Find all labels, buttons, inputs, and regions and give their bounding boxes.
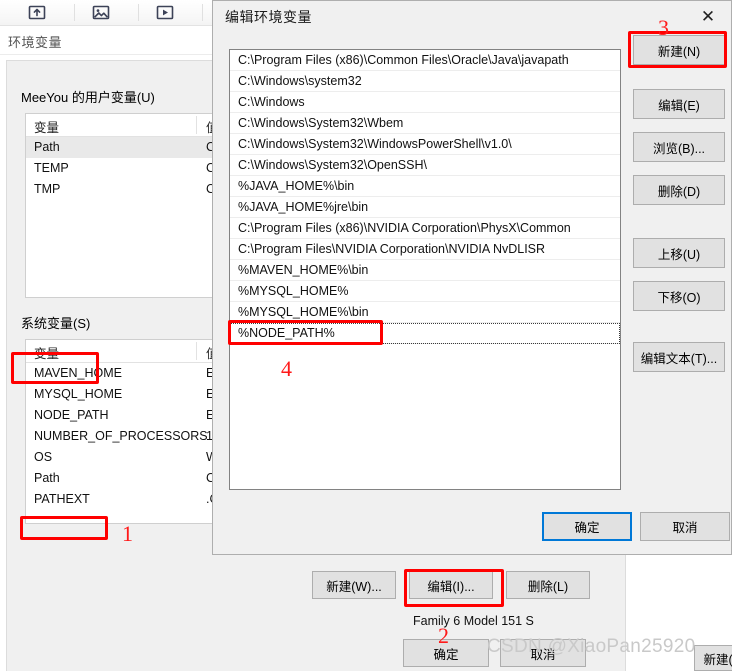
- path-entry-text: C:\Program Files (x86)\NVIDIA Corporatio…: [238, 221, 571, 235]
- variable-name: NODE_PATH: [34, 408, 109, 422]
- system-edit-button[interactable]: 编辑(I)...: [409, 571, 493, 599]
- path-entry-text: %NODE_PATH%: [238, 326, 335, 340]
- variable-name: TEMP: [34, 161, 69, 175]
- path-entry-text: %MAVEN_HOME%\bin: [238, 263, 369, 277]
- dialog-browse-button[interactable]: 浏览(B)...: [633, 132, 725, 162]
- dialog-cancel-button[interactable]: 取消: [640, 512, 730, 541]
- list-item[interactable]: C:\Windows\System32\WindowsPowerShell\v1…: [230, 134, 620, 155]
- variable-name: OS: [34, 450, 53, 464]
- system-variables-label: 系统变量(S): [21, 316, 91, 331]
- system-new-button[interactable]: 新建(W)...: [312, 571, 396, 599]
- dialog-delete-button[interactable]: 删除(D): [633, 175, 725, 205]
- list-item[interactable]: %NODE_PATH%: [230, 323, 620, 344]
- list-item[interactable]: %MAVEN_HOME%\bin: [230, 260, 620, 281]
- list-item[interactable]: C:\Windows: [230, 92, 620, 113]
- image-icon[interactable]: [92, 4, 110, 21]
- variable-name: TMP: [34, 182, 61, 196]
- dialog-title: 编辑环境变量: [225, 9, 312, 25]
- path-entry-text: %MYSQL_HOME%\bin: [238, 305, 369, 319]
- window-cancel-button[interactable]: 取消: [500, 639, 586, 667]
- header-divider: [196, 116, 197, 134]
- list-item[interactable]: C:\Program Files\NVIDIA Corporation\NVID…: [230, 239, 620, 260]
- system-delete-button[interactable]: 删除(L): [506, 571, 590, 599]
- dialog-move-up-button[interactable]: 上移(U): [633, 238, 725, 268]
- toolbar-divider: [74, 4, 75, 21]
- list-item[interactable]: %JAVA_HOME%jre\bin: [230, 197, 620, 218]
- variable-name: PATHEXT: [34, 492, 90, 506]
- list-item[interactable]: %JAVA_HOME%\bin: [230, 176, 620, 197]
- list-item[interactable]: %MYSQL_HOME%\bin: [230, 302, 620, 323]
- background-new-button[interactable]: 新建(W: [694, 645, 732, 671]
- article-title: 环境变量: [8, 35, 63, 50]
- dialog-new-button[interactable]: 新建(N): [633, 35, 725, 65]
- user-variables-label: MeeYou 的用户变量(U): [21, 90, 155, 105]
- path-entry-text: C:\Windows\System32\Wbem: [238, 116, 404, 130]
- window-ok-button[interactable]: 确定: [403, 639, 489, 667]
- path-entry-text: %JAVA_HOME%\bin: [238, 179, 355, 193]
- variable-name: NUMBER_OF_PROCESSORS: [34, 429, 208, 443]
- path-entry-text: C:\Program Files (x86)\Common Files\Orac…: [238, 53, 569, 67]
- upload-icon[interactable]: [28, 4, 46, 21]
- list-item[interactable]: C:\Windows\system32: [230, 71, 620, 92]
- dialog-edit-button[interactable]: 编辑(E): [633, 89, 725, 119]
- list-item[interactable]: %MYSQL_HOME%: [230, 281, 620, 302]
- list-item[interactable]: C:\Windows\System32\Wbem: [230, 113, 620, 134]
- column-header-name: 变量: [34, 347, 60, 361]
- path-entry-text: C:\Windows\System32\OpenSSH\: [238, 158, 427, 172]
- path-entry-text: %JAVA_HOME%jre\bin: [238, 200, 369, 214]
- path-entry-text: C:\Windows\system32: [238, 74, 362, 88]
- column-header-name: 变量: [34, 121, 60, 135]
- dialog-ok-button[interactable]: 确定: [542, 512, 632, 541]
- path-entry-text: C:\Windows\System32\WindowsPowerShell\v1…: [238, 137, 512, 151]
- path-entry-text: C:\Windows: [238, 95, 305, 109]
- variable-name: MAVEN_HOME: [34, 366, 122, 380]
- path-entry-text: %MYSQL_HOME%: [238, 284, 349, 298]
- dialog-move-down-button[interactable]: 下移(O): [633, 281, 725, 311]
- close-icon[interactable]: ✕: [685, 1, 731, 31]
- list-item[interactable]: C:\Windows\System32\OpenSSH\: [230, 155, 620, 176]
- toolbar-divider: [138, 4, 139, 21]
- edit-environment-variable-dialog: 编辑环境变量 ✕ C:\Program Files (x86)\Common F…: [212, 0, 732, 555]
- path-entries-listbox[interactable]: C:\Program Files (x86)\Common Files\Orac…: [229, 49, 621, 490]
- header-divider: [196, 342, 197, 360]
- list-item[interactable]: C:\Program Files (x86)\Common Files\Orac…: [230, 50, 620, 71]
- path-entry-text: C:\Program Files\NVIDIA Corporation\NVID…: [238, 242, 546, 256]
- cpu-info-text: Family 6 Model 151 S: [413, 614, 534, 628]
- variable-name: MYSQL_HOME: [34, 387, 123, 401]
- variable-name: Path: [34, 140, 60, 154]
- list-item[interactable]: C:\Program Files (x86)\NVIDIA Corporatio…: [230, 218, 620, 239]
- toolbar-divider: [202, 4, 203, 21]
- video-icon[interactable]: [156, 4, 174, 21]
- dialog-edit-text-button[interactable]: 编辑文本(T)...: [633, 342, 725, 372]
- variable-name: Path: [34, 471, 60, 485]
